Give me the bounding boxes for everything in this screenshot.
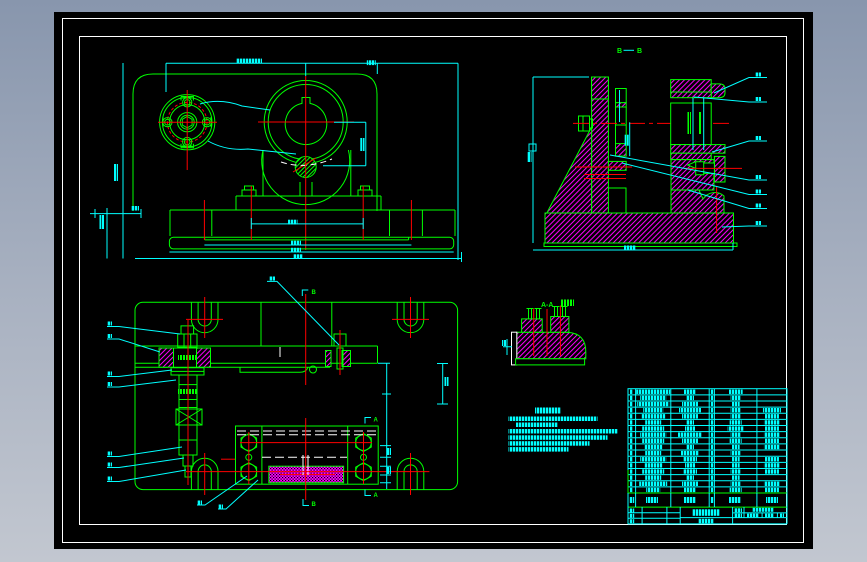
svg-text:A: A	[374, 493, 379, 499]
svg-text:B: B	[617, 48, 622, 55]
svg-text:B: B	[312, 502, 317, 508]
svg-text:A: A	[374, 418, 379, 424]
svg-text:B: B	[312, 290, 317, 296]
svg-text:A-A: A-A	[541, 302, 553, 309]
svg-text:B: B	[637, 48, 642, 55]
